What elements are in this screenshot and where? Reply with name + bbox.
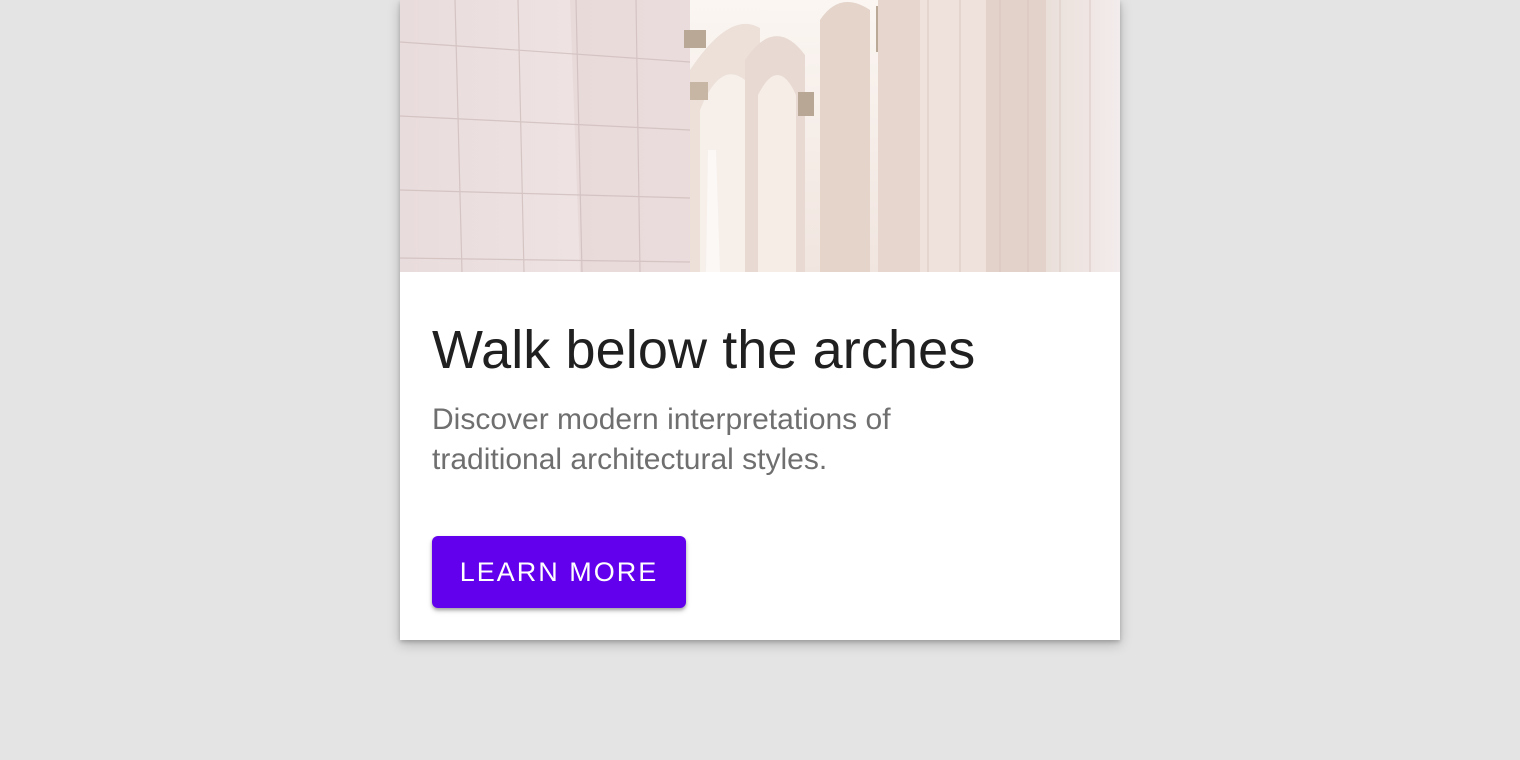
article-card: Walk below the arches Discover modern in… (400, 0, 1120, 640)
card-subtitle: Discover modern interpretations of tradi… (432, 403, 891, 476)
card-title: Walk below the arches (432, 320, 976, 380)
arches-photo (400, 0, 1120, 272)
learn-more-button[interactable]: LEARN MORE (432, 536, 686, 608)
